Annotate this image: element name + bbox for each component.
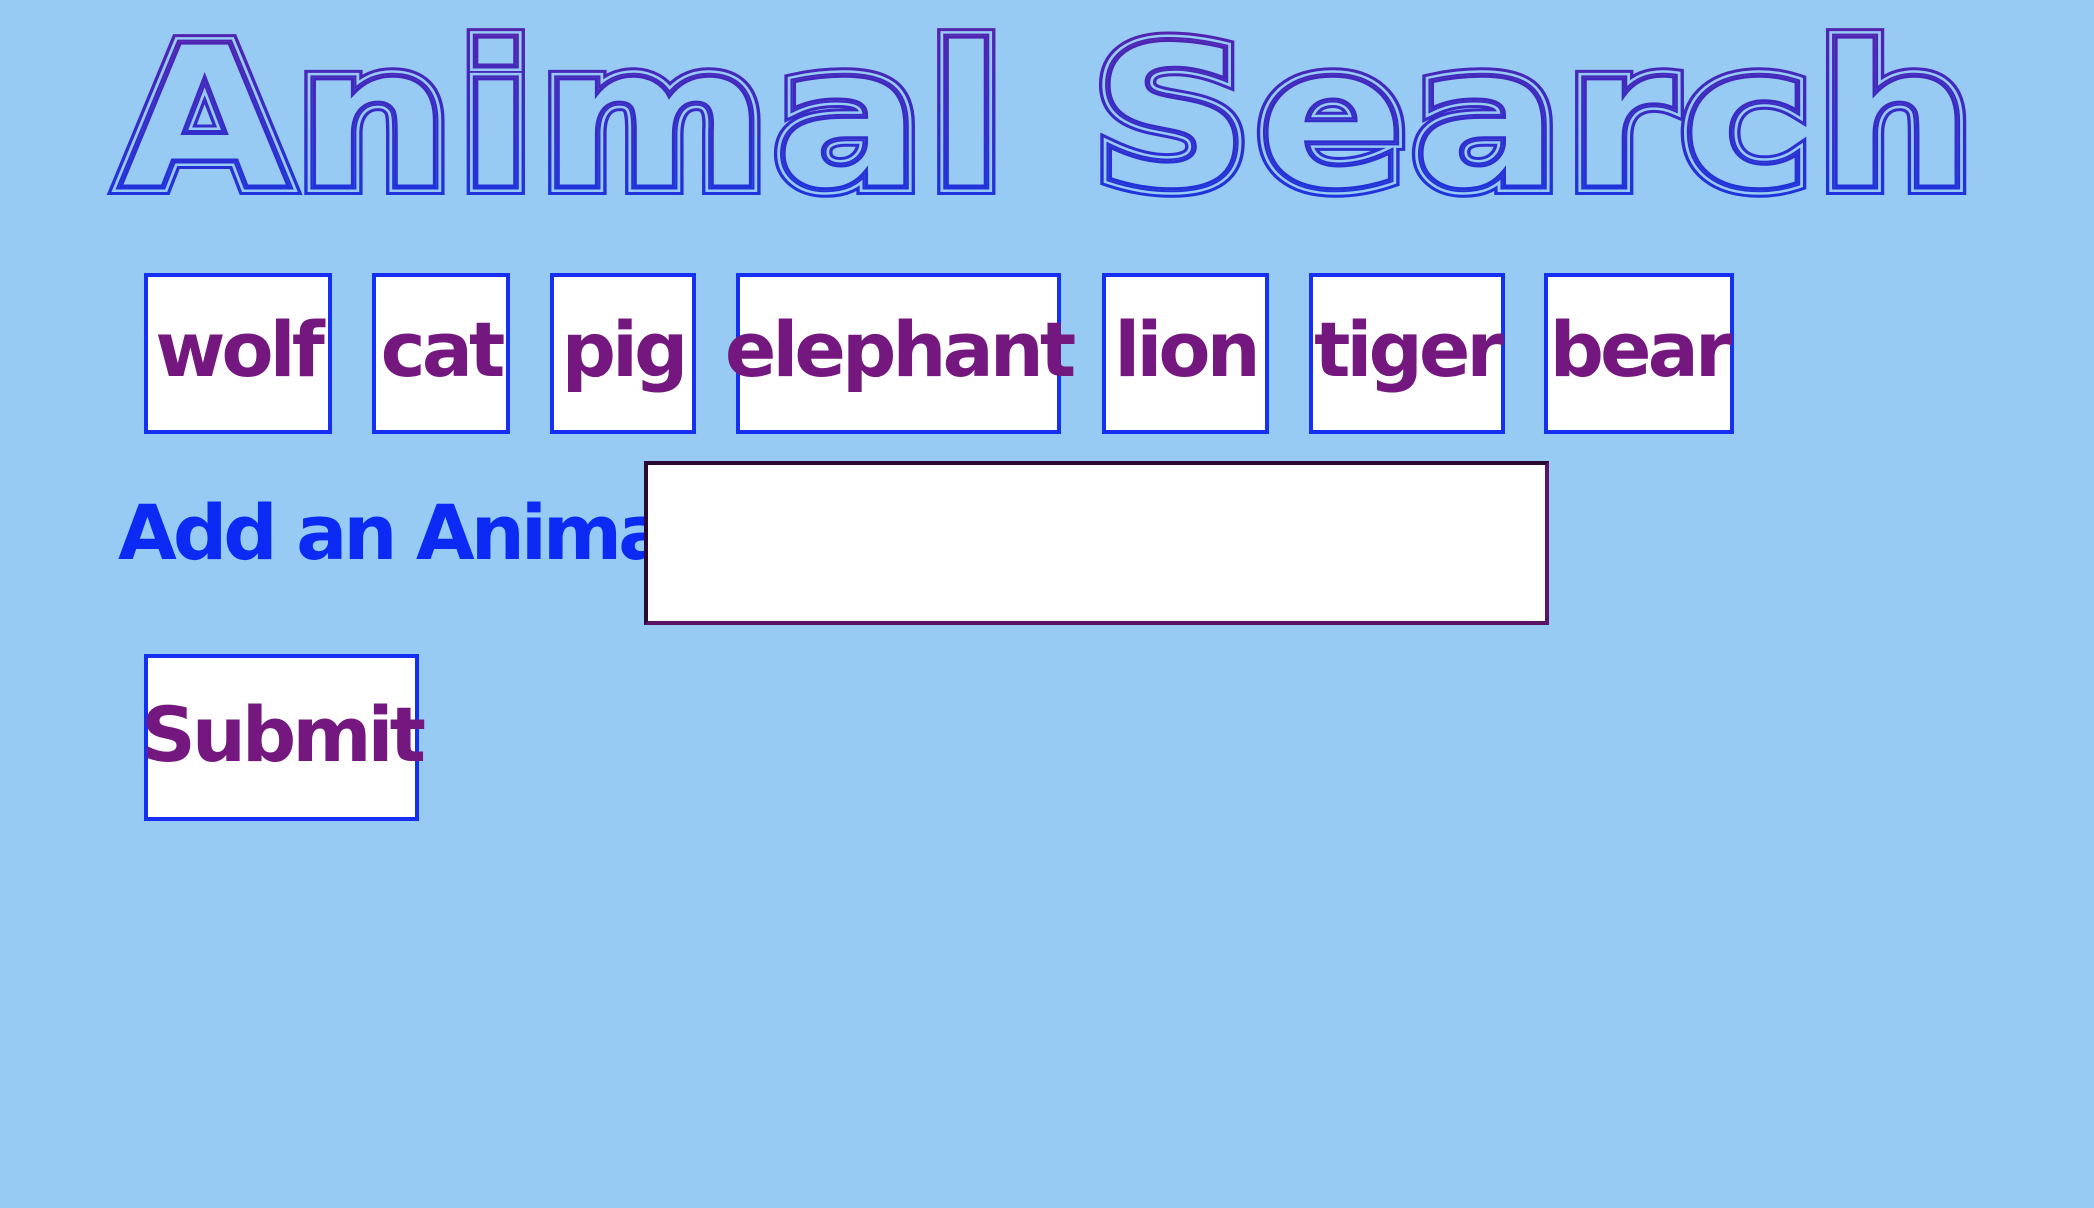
animal-button-pig[interactable]: pig <box>550 273 696 434</box>
animal-button-lion[interactable]: lion <box>1102 273 1269 434</box>
animal-button-tiger[interactable]: tiger <box>1309 273 1505 434</box>
animal-button-wolf[interactable]: wolf <box>144 273 332 434</box>
page-title-text: Animal Search <box>120 5 1980 233</box>
add-animal-input[interactable] <box>644 461 1549 625</box>
page-title-graphic: Animal Search Animal Search Animal Searc… <box>111 0 1983 242</box>
submit-button[interactable]: Submit <box>141 654 426 821</box>
animal-button-cat[interactable]: cat <box>372 273 510 434</box>
add-animal-label: Add an Animal <box>118 488 691 577</box>
page-title: Animal Search Animal Search Animal Searc… <box>111 0 2000 242</box>
animal-button-bear[interactable]: bear <box>1544 273 1734 434</box>
animal-button-elephant[interactable]: elephant <box>725 273 1076 434</box>
